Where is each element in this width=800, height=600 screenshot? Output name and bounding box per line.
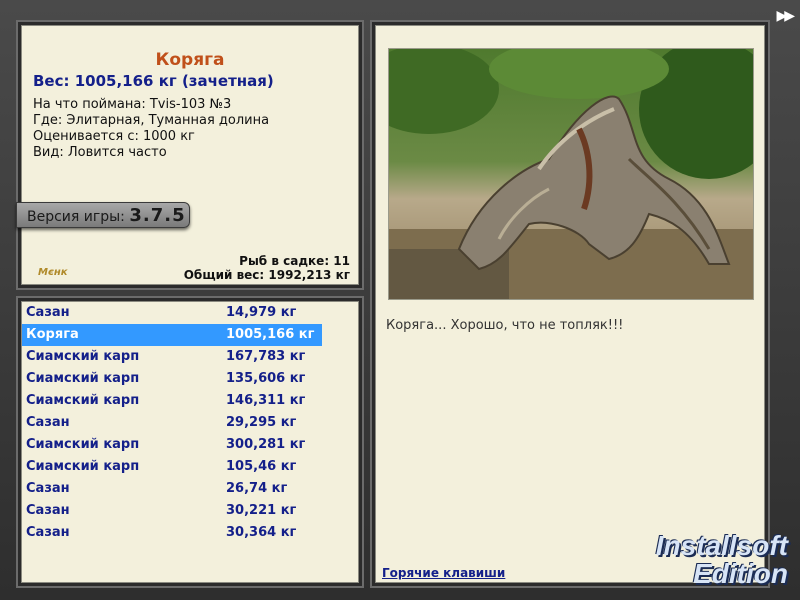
fish-list-row[interactable]: Коряга 1005,166 кг [22,324,322,346]
version-label: Версия игры: [27,209,130,225]
fish-row-name: Сиамский карп [26,371,140,386]
fish-row-name: Сиамский карп [26,349,140,364]
fish-name-title: Коряга [155,50,225,70]
fish-row-weight: 300,281 кг [226,437,306,452]
fish-list-row[interactable]: Сиамский карп 167,783 кг [22,346,322,368]
fish-row-name: Сазан [26,525,70,540]
detail-panel: Коряга... Хорошо, что не топляк!!! Горяч… [370,20,770,588]
fish-row-name: Коряга [26,327,79,342]
photo-caption: Коряга... Хорошо, что не топляк!!! [386,318,624,333]
next-arrows-icon[interactable]: ▶▶ [776,8,794,24]
fish-list-row[interactable]: Сиамский карп 146,311 кг [22,390,322,412]
fish-list-panel: Сазан 14,979 кг Коряга 1005,166 кг Сиамский … [16,296,364,588]
fish-row-weight: 30,364 кг [226,525,297,540]
fish-list-row[interactable]: Сазан 30,364 кг [22,522,322,544]
fish-row-name: Сиамский карп [26,437,140,452]
fish-row-weight: 105,46 кг [226,459,297,474]
min-weight-info: Оценивается с: 1000 кг [33,129,195,144]
frequency-info: Вид: Ловится часто [33,145,167,160]
fish-row-weight: 1005,166 кг [226,327,315,342]
catch-photo [388,48,754,300]
catch-info-panel: Коряга Вес: 1005,166 кг (зачетная) На чт… [16,20,364,290]
fish-list: Сазан 14,979 кг Коряга 1005,166 кг Сиамский … [22,302,322,544]
app-window: ▶▶ Коряга Вес: 1005,166 кг (зачетная) На… [0,0,800,600]
fish-row-weight: 29,295 кг [226,415,297,430]
author-logo: Мєнк [38,267,68,278]
fish-row-weight: 26,74 кг [226,481,288,496]
fish-list-row[interactable]: Сиамский карп 300,281 кг [22,434,322,456]
fish-row-weight: 146,311 кг [226,393,306,408]
fish-row-name: Сиамский карп [26,393,140,408]
driftwood-photo-image [389,49,753,299]
fish-list-row[interactable]: Сиамский карп 135,606 кг [22,368,322,390]
fish-list-row[interactable]: Сазан 30,221 кг [22,500,322,522]
hotkeys-link[interactable]: Горячие клавиши [382,566,505,580]
fish-row-weight: 167,783 кг [226,349,306,364]
fish-weight: Вес: 1005,166 кг (зачетная) [33,72,274,90]
fish-row-name: Сиамский карп [26,459,140,474]
fish-row-weight: 14,979 кг [226,305,297,320]
total-weight: Общий вес: 1992,213 кг [183,268,350,282]
cage-count: Рыб в садке: 11 [239,254,350,268]
fish-row-name: Сазан [26,415,70,430]
fish-list-row[interactable]: Сиамский карп 105,46 кг [22,456,322,478]
bait-info: На что поймана: Tvis-103 №3 [33,97,232,112]
fish-row-name: Сазан [26,503,70,518]
fish-row-name: Сазан [26,481,70,496]
version-number: 3.7.5 [129,205,186,226]
location-info: Где: Элитарная, Туманная долина [33,113,270,128]
fish-row-weight: 135,606 кг [226,371,306,386]
fish-list-row[interactable]: Сазан 14,979 кг [22,302,322,324]
fish-list-row[interactable]: Сазан 26,74 кг [22,478,322,500]
version-badge: Версия игры: 3.7.5 [16,202,190,228]
fish-row-name: Сазан [26,305,70,320]
fish-row-weight: 30,221 кг [226,503,297,518]
fish-list-row[interactable]: Сазан 29,295 кг [22,412,322,434]
